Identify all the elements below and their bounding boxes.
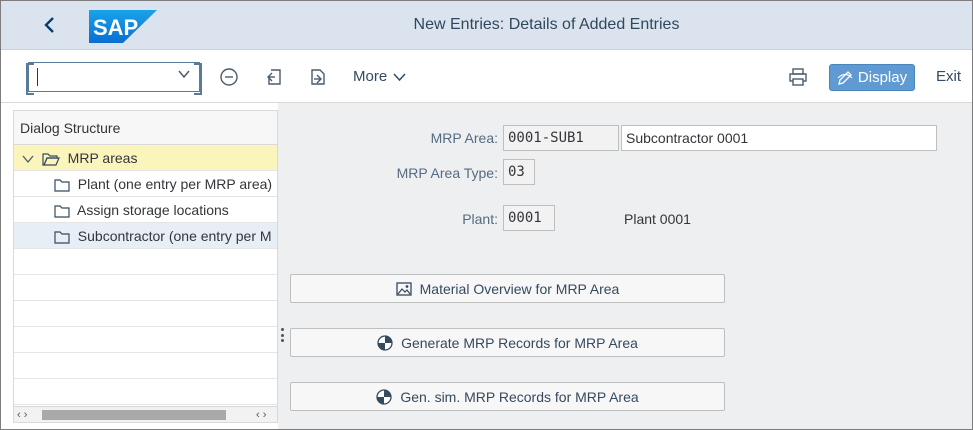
tree-row-empty <box>14 379 277 405</box>
plant-field[interactable]: 0001 <box>503 205 555 231</box>
tree-item-mrp-areas[interactable]: MRP areas <box>14 145 277 171</box>
previous-entry-icon <box>267 69 281 85</box>
mrp-area-label: MRP Area: <box>430 130 498 146</box>
exit-button[interactable]: Exit <box>936 68 961 85</box>
tree-item-label: Plant (one entry per MRP area) <box>77 176 273 192</box>
generate-mrp-records-button[interactable]: Generate MRP Records for MRP Area <box>290 328 725 357</box>
toolbar: More Display Exit <box>1 50 972 103</box>
mrp-area-field[interactable]: 0001-SUB1 <box>503 125 619 151</box>
mrp-area-description-field[interactable]: Subcontractor 0001 <box>621 125 937 151</box>
print-icon <box>789 68 807 86</box>
button-label: Generate MRP Records for MRP Area <box>401 334 638 351</box>
gen-sim-mrp-records-button[interactable]: Gen. sim. MRP Records for MRP Area <box>290 382 725 411</box>
mrp-area-type-label: MRP Area Type: <box>396 165 498 181</box>
tree-row-empty <box>14 275 277 301</box>
plant-label: Plant: <box>462 211 498 227</box>
open-folder-icon <box>42 153 60 166</box>
splitter-grip-icon[interactable] <box>281 328 285 342</box>
expand-chevron-icon[interactable] <box>22 154 34 164</box>
execute-icon <box>377 334 393 351</box>
folder-icon <box>54 231 70 244</box>
tree-row-empty <box>14 249 277 275</box>
tree-item-label: MRP areas <box>67 150 138 166</box>
button-label: Material Overview for MRP Area <box>419 280 620 297</box>
tree-item-storage-locations[interactable]: Assign storage locations <box>14 197 277 223</box>
tree-item-label: Assign storage locations <box>77 202 229 218</box>
page-title: New Entries: Details of Added Entries <box>413 16 680 33</box>
scroll-right-icon[interactable]: ‹ › <box>256 407 266 422</box>
print-button[interactable] <box>787 66 809 88</box>
scroll-left-icon[interactable]: ‹ › <box>17 407 27 422</box>
display-label: Display <box>857 69 908 86</box>
dialog-structure-panel: Dialog Structure MRP areas Plant (one en… <box>13 110 278 423</box>
chevron-down-icon[interactable] <box>177 67 191 84</box>
plant-description: Plant 0001 <box>624 211 691 227</box>
command-field[interactable] <box>26 62 202 95</box>
material-overview-button[interactable]: Material Overview for MRP Area <box>290 274 725 303</box>
execute-icon <box>376 388 392 405</box>
command-input[interactable] <box>37 68 167 86</box>
tree-row-empty <box>14 301 277 327</box>
tree-item-label: Subcontractor (one entry per M <box>77 228 272 244</box>
button-label: Gen. sim. MRP Records for MRP Area <box>400 388 639 405</box>
folder-icon <box>54 179 70 192</box>
next-entry-icon <box>311 69 325 85</box>
shell-header: SAP New Entries: Details of Added Entrie… <box>1 1 972 50</box>
more-label: More <box>353 68 388 85</box>
detail-area: MRP Area: 0001-SUB1 Subcontractor 0001 M… <box>288 103 972 429</box>
tree-row-empty <box>14 327 277 353</box>
app-window: SAP New Entries: Details of Added Entrie… <box>0 0 973 430</box>
image-icon <box>395 281 412 296</box>
minus-circle-icon <box>220 68 238 86</box>
scrollbar-thumb[interactable] <box>42 410 226 420</box>
previous-entry-button[interactable] <box>263 66 285 88</box>
display-button[interactable]: Display <box>829 64 915 91</box>
display-icon <box>837 70 853 85</box>
tree-item-subcontractor[interactable]: Subcontractor (one entry per M <box>14 223 277 249</box>
next-entry-button[interactable] <box>307 66 329 88</box>
panel-splitter[interactable] <box>278 103 288 429</box>
mrp-area-type-field[interactable]: 03 <box>503 159 535 185</box>
more-menu-button[interactable]: More <box>353 68 406 85</box>
tree-item-plant[interactable]: Plant (one entry per MRP area) <box>14 171 277 197</box>
folder-icon <box>54 205 70 218</box>
horizontal-scrollbar[interactable]: ‹ › ‹ › <box>14 406 277 422</box>
delete-entry-button[interactable] <box>218 66 240 88</box>
chevron-down-icon <box>393 72 406 81</box>
tree-row-empty <box>14 353 277 379</box>
dialog-structure-title: Dialog Structure <box>14 111 277 145</box>
